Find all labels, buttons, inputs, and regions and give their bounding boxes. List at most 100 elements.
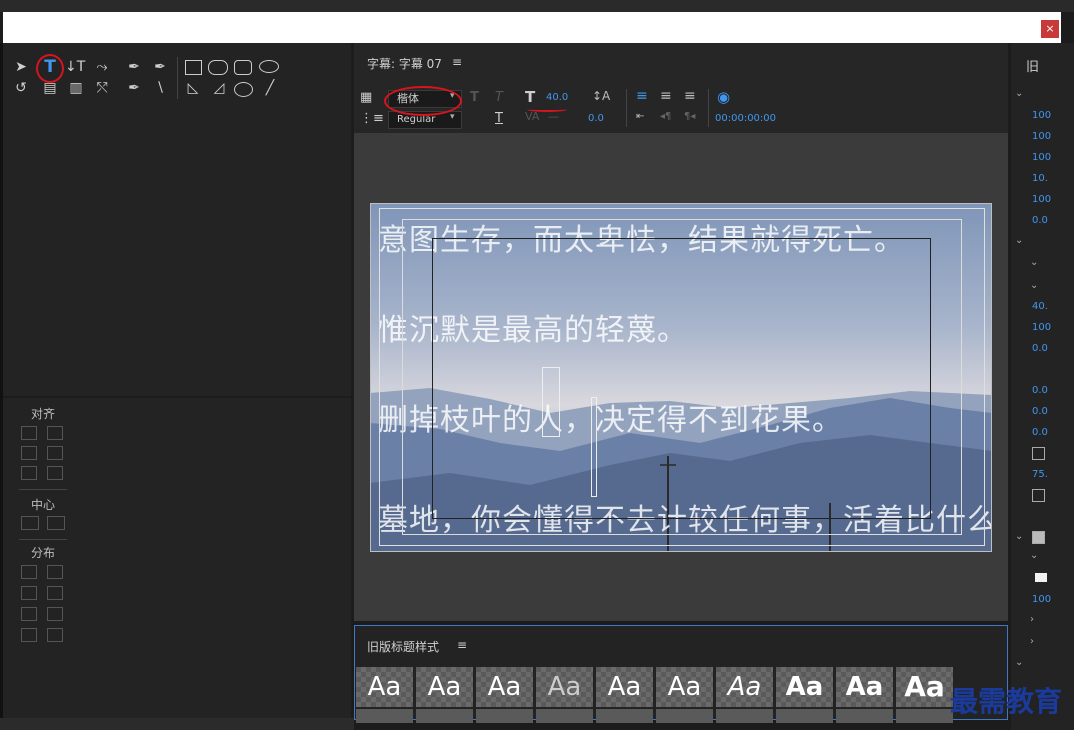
style-swatch[interactable]: Aa	[776, 667, 833, 707]
convert-anchor-tool-icon[interactable]: ∖	[150, 79, 170, 97]
tab-center-icon[interactable]: ◂¶	[660, 111, 671, 122]
center-horizontal-icon[interactable]	[21, 516, 39, 530]
align-hcenter-icon[interactable]	[21, 446, 37, 460]
timecode[interactable]: 00:00:00:00	[715, 113, 776, 124]
bold-button[interactable]: T	[470, 90, 479, 105]
chevron-down-icon[interactable]: ⌄	[1030, 550, 1038, 561]
tab-right-icon[interactable]: ¶◂	[684, 111, 695, 122]
property-checkbox[interactable]	[1032, 447, 1045, 460]
close-button[interactable]: ×	[1041, 20, 1059, 38]
ellipse-capsule-tool-icon[interactable]	[259, 60, 279, 73]
style-swatch[interactable]: Aa	[716, 667, 773, 707]
chevron-down-icon[interactable]: ⌄	[1015, 657, 1023, 668]
distribute-vcenter-icon[interactable]	[47, 586, 63, 600]
distribute-hcenter-icon[interactable]	[21, 586, 37, 600]
tab-stops-icon[interactable]: ⋮≡	[360, 111, 384, 126]
align-vcenter-icon[interactable]	[47, 446, 63, 460]
distribute-hspace-icon[interactable]	[21, 628, 37, 642]
add-anchor-tool-icon[interactable]: ✒	[124, 79, 144, 97]
vertical-path-type-tool-icon[interactable]: ⤲	[92, 79, 112, 97]
background-video-icon[interactable]: ▦	[360, 90, 372, 105]
style-swatch-row2[interactable]	[596, 709, 653, 723]
style-swatch[interactable]: Aa	[536, 667, 593, 707]
delete-anchor-tool-icon[interactable]: ✒	[150, 58, 170, 76]
chevron-right-icon[interactable]: ›	[1030, 636, 1034, 647]
chevron-down-icon[interactable]: ⌄	[1015, 88, 1023, 99]
leading-value[interactable]: 0.0	[588, 113, 604, 124]
chevron-down-icon[interactable]: ⌄	[1015, 531, 1023, 542]
property-value[interactable]: 100	[1032, 131, 1051, 142]
style-swatch-row2[interactable]	[896, 709, 953, 723]
style-swatch[interactable]: Aa	[836, 667, 893, 707]
show-background-video-icon[interactable]: ◉	[717, 88, 730, 106]
rounded-rectangle-tool-icon[interactable]	[208, 60, 228, 75]
distribute-right-icon[interactable]	[21, 607, 37, 621]
property-value[interactable]: 0.0	[1032, 427, 1048, 438]
vertical-area-type-tool-icon[interactable]: ▥	[66, 79, 86, 97]
style-swatch-row2[interactable]	[476, 709, 533, 723]
property-value[interactable]: 10.	[1032, 173, 1048, 184]
property-value[interactable]: 100	[1032, 110, 1051, 121]
style-swatch[interactable]: Aa	[656, 667, 713, 707]
chevron-right-icon[interactable]: ›	[1030, 614, 1034, 625]
selection-tool-icon[interactable]: ➤	[11, 58, 31, 76]
path-type-tool-icon[interactable]: ⤳	[92, 58, 112, 76]
property-value[interactable]: 75.	[1032, 469, 1048, 480]
align-left-text-icon[interactable]: ≡	[636, 88, 648, 104]
style-swatch[interactable]: Aa	[476, 667, 533, 707]
title-panel-menu-icon[interactable]: ≡	[452, 55, 462, 69]
style-swatch[interactable]: Aa	[356, 667, 413, 707]
wedge-tool-icon[interactable]: ◺	[183, 79, 203, 97]
center-vertical-icon[interactable]	[47, 516, 65, 530]
style-swatch-row2[interactable]	[776, 709, 833, 723]
ellipse-tool-icon[interactable]	[234, 82, 253, 97]
clipped-rectangle-tool-icon[interactable]	[234, 60, 252, 75]
distribute-top-icon[interactable]	[47, 565, 63, 579]
style-swatch-row2[interactable]	[536, 709, 593, 723]
chevron-down-icon[interactable]: ⌄	[1030, 257, 1038, 268]
chevron-down-icon[interactable]: ⌄	[1015, 235, 1023, 246]
tab-left-icon[interactable]: ⇤	[636, 111, 644, 122]
property-value[interactable]: 100	[1032, 594, 1051, 605]
font-size-value[interactable]: 40.0	[546, 92, 568, 103]
style-swatch-row2[interactable]	[836, 709, 893, 723]
property-checkbox[interactable]	[1032, 489, 1045, 502]
title-panel-name[interactable]: 字幕: 字幕 07	[367, 55, 442, 72]
style-swatch-row2[interactable]	[656, 709, 713, 723]
distribute-vspace-icon[interactable]	[47, 628, 63, 642]
color-swatch[interactable]	[1035, 573, 1047, 582]
rotate-tool-icon[interactable]: ↺	[11, 79, 31, 97]
arc-tool-icon[interactable]: ◿	[209, 79, 229, 97]
properties-panel-title[interactable]: 旧	[1026, 56, 1039, 75]
property-checkbox-checked[interactable]	[1032, 531, 1045, 544]
style-swatch-row2[interactable]	[416, 709, 473, 723]
align-right-text-icon[interactable]: ≡	[684, 88, 696, 104]
property-value[interactable]: 0.0	[1032, 215, 1048, 226]
distribute-left-icon[interactable]	[21, 565, 37, 579]
property-value[interactable]: 0.0	[1032, 406, 1048, 417]
italic-button[interactable]: T	[495, 90, 503, 105]
styles-panel-title[interactable]: 旧版标题样式	[367, 638, 439, 655]
pen-tool-icon[interactable]: ✒	[124, 58, 144, 76]
style-swatch[interactable]: Aa	[596, 667, 653, 707]
style-swatch[interactable]: Aa	[896, 667, 953, 707]
distribute-bottom-icon[interactable]	[47, 607, 63, 621]
align-bottom-icon[interactable]	[47, 466, 63, 480]
rectangle-tool-icon[interactable]	[185, 60, 202, 75]
styles-panel-menu-icon[interactable]: ≡	[457, 638, 467, 652]
property-value[interactable]: 100	[1032, 322, 1051, 333]
align-top-icon[interactable]	[47, 426, 63, 440]
line-tool-icon[interactable]: ╱	[260, 79, 280, 97]
align-right-icon[interactable]	[21, 466, 37, 480]
align-left-icon[interactable]	[21, 426, 37, 440]
align-center-text-icon[interactable]: ≡	[660, 88, 672, 104]
vertical-type-tool-icon[interactable]: ↓T	[65, 58, 85, 76]
style-swatch[interactable]: Aa	[416, 667, 473, 707]
property-value[interactable]: 0.0	[1032, 385, 1048, 396]
style-swatch-row2[interactable]	[716, 709, 773, 723]
underline-button[interactable]: T	[495, 111, 503, 126]
property-value[interactable]: 100	[1032, 194, 1051, 205]
style-swatch-row2[interactable]	[356, 709, 413, 723]
chevron-down-icon[interactable]: ⌄	[1030, 280, 1038, 291]
property-value[interactable]: 100	[1032, 152, 1051, 163]
